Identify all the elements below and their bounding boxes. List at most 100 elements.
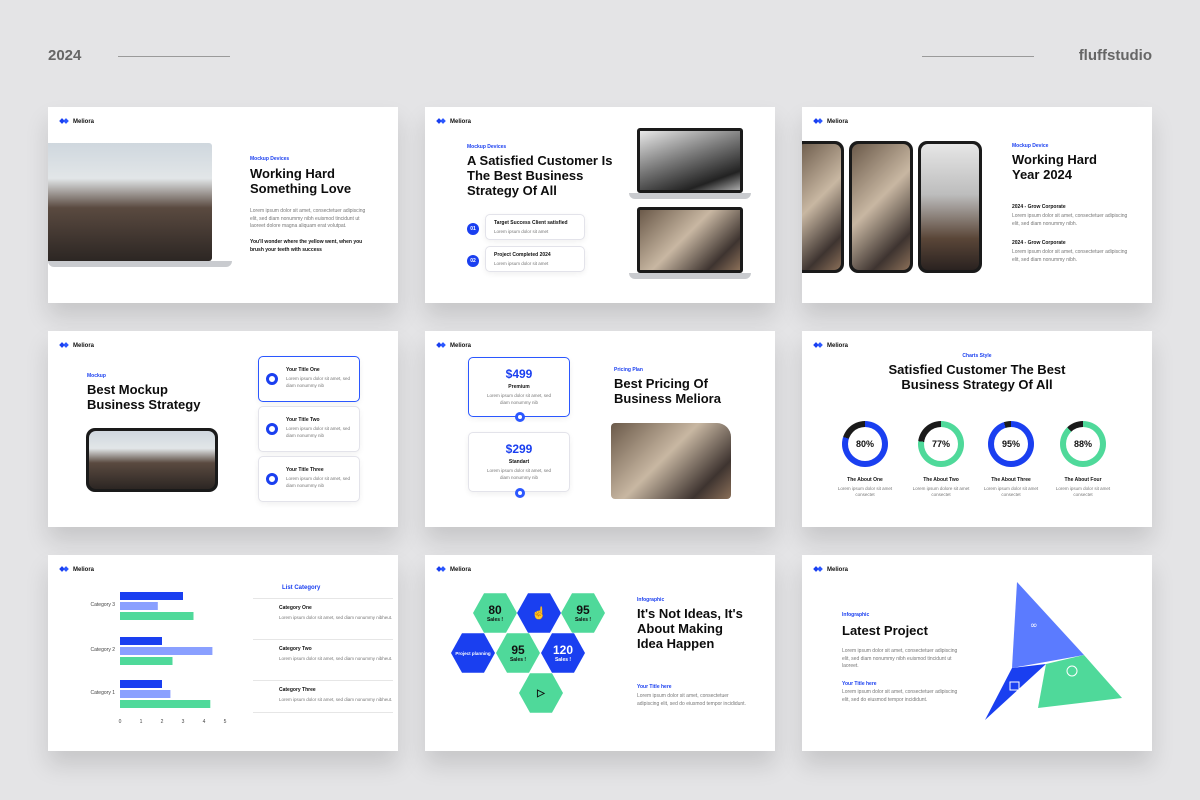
item-title: Target Success Client satisfied bbox=[494, 220, 568, 226]
meliora-logo-icon bbox=[437, 565, 446, 574]
hex-touch[interactable]: ☝ bbox=[517, 593, 561, 633]
list-item[interactable]: Category Three Lorem ipsum dolor sit ame… bbox=[253, 680, 393, 713]
brand-logo: Meliora bbox=[814, 341, 848, 350]
horizontal-bar-chart: Category 1 Category 2 Category 3 0 1 2 3 4 5 bbox=[91, 592, 227, 725]
pricing-card-standart[interactable]: $299 Standart Lorem ipsum dolor sit amet… bbox=[468, 432, 570, 498]
brand-name: Meliora bbox=[73, 342, 95, 349]
bar bbox=[120, 612, 194, 620]
option-body: Lorem ipsum dolor sit amet, sed diam non… bbox=[286, 476, 351, 488]
meliora-logo-icon bbox=[814, 565, 823, 574]
slide-pricing[interactable]: Meliora $499 Premium Lorem ipsum dolor s… bbox=[425, 331, 775, 527]
ring-label: The About Three bbox=[991, 477, 1031, 483]
timeline-label-2: 2024 - Grow Corporate bbox=[1012, 240, 1066, 246]
hex-label: Sales ! bbox=[554, 657, 572, 663]
hex-sales-95-top[interactable]: 95 Sales ! bbox=[561, 593, 605, 633]
hex-play[interactable]: ▷ bbox=[519, 673, 563, 713]
slide-bar-chart[interactable]: Meliora Category 1 Category 2 Category 301… bbox=[48, 555, 398, 751]
meliora-logo-icon bbox=[60, 341, 69, 350]
slide-satisfied-customer[interactable]: Meliora Mockup Devices A Satisfied Custo… bbox=[425, 107, 775, 303]
list-item[interactable]: Category Two Lorem ipsum dolor sit amet,… bbox=[253, 639, 393, 663]
list-item[interactable]: Category One Lorem ipsum dolor sit amet,… bbox=[253, 598, 393, 622]
plan-body: Lorem ipsum dolor sit amet, sed diam non… bbox=[486, 468, 552, 480]
slide-body: Lorem ipsum dolor sit amet, consectetuer… bbox=[842, 648, 958, 669]
phone-mockup-3 bbox=[918, 141, 982, 273]
ring-label: The About Two bbox=[923, 477, 959, 483]
slide-tag: Mockup Devices bbox=[250, 156, 290, 162]
x-tick-label: 4 bbox=[203, 719, 206, 725]
hex-sales-120[interactable]: 120 Sales ! bbox=[541, 633, 585, 673]
slide-subtitle: Your Title here bbox=[637, 684, 672, 690]
triangle-top[interactable] bbox=[1012, 582, 1084, 668]
hex-label: Sales ! bbox=[509, 657, 527, 663]
slide-title: It's Not Ideas, It's About Making Idea H… bbox=[637, 606, 743, 651]
plan-selector-icon[interactable] bbox=[515, 488, 525, 498]
hex-label: Sales ! bbox=[486, 617, 504, 623]
slide-title: Best Pricing Of Business Meliora bbox=[614, 376, 721, 406]
brand-logo: Meliora bbox=[437, 117, 471, 126]
ring-label: The About Four bbox=[1064, 477, 1102, 483]
meliora-logo-icon bbox=[437, 117, 446, 126]
meliora-logo-icon bbox=[60, 117, 69, 126]
laptop-screen-bottom bbox=[637, 207, 743, 273]
slide-working-hard[interactable]: Meliora Mockup Devices Working Hard Some… bbox=[48, 107, 398, 303]
pricing-card-premium[interactable]: $499 Premium Lorem ipsum dolor sit amet,… bbox=[468, 357, 570, 422]
touch-icon: ☝ bbox=[531, 606, 547, 620]
header-divider-right bbox=[922, 56, 1034, 57]
laptop-base-top bbox=[629, 193, 751, 199]
category-title: Category One bbox=[279, 605, 312, 611]
slide-infographic-hex[interactable]: Meliora 80 Sales ! ☝ 95 Sales ! Project pl… bbox=[425, 555, 775, 751]
slide-working-hard-year[interactable]: Meliora Mockup Device Working Hard Year … bbox=[802, 107, 1152, 303]
hex-sales-95[interactable]: 95 Sales ! bbox=[496, 633, 540, 673]
laptop-screen-image bbox=[48, 143, 212, 261]
option-card-3[interactable]: Your Title Three Lorem ipsum dolor sit a… bbox=[258, 456, 360, 502]
category-body: Lorem ipsum dolor sit amet, sed diam non… bbox=[279, 615, 393, 620]
category-tick-label: Category 1 bbox=[91, 690, 116, 696]
slide-tag: Mockup Device bbox=[1012, 143, 1049, 149]
timeline-label-1: 2024 - Grow Corporate bbox=[1012, 204, 1066, 210]
option-title: Your Title One bbox=[286, 367, 320, 373]
ring-value: 88% bbox=[1066, 427, 1100, 461]
item-body: Lorem ipsum dolor sit amet bbox=[494, 261, 549, 266]
option-radio-icon bbox=[266, 473, 278, 485]
meliora-logo-icon bbox=[437, 341, 446, 350]
option-card-2[interactable]: Your Title Two Lorem ipsum dolor sit ame… bbox=[258, 406, 360, 452]
brand-logo: Meliora bbox=[437, 341, 471, 350]
slide-charts-style[interactable]: Meliora Charts Style Satisfied Customer … bbox=[802, 331, 1152, 527]
hex-label: Sales ! bbox=[574, 617, 592, 623]
hex-project-planning[interactable]: Project planning bbox=[451, 633, 495, 673]
category-title: Category Two bbox=[279, 646, 312, 652]
year-label: 2024 bbox=[48, 47, 82, 64]
item-title: Project Completed 2024 bbox=[494, 252, 551, 258]
option-title: Your Title Three bbox=[286, 467, 324, 473]
plan-selector-icon[interactable] bbox=[515, 412, 525, 422]
triangle-right[interactable] bbox=[1038, 655, 1122, 708]
brand-name: Meliora bbox=[827, 342, 849, 349]
slide-best-mockup[interactable]: Meliora Mockup Best Mockup Business Stra… bbox=[48, 331, 398, 527]
brand-name: Meliora bbox=[450, 566, 472, 573]
triangle-left[interactable] bbox=[985, 664, 1046, 720]
brand-name: Meliora bbox=[450, 342, 472, 349]
progress-ring: 77% bbox=[918, 421, 964, 467]
hex-value: 95 bbox=[511, 643, 525, 657]
bar bbox=[120, 637, 162, 645]
brand-logo: Meliora bbox=[60, 117, 94, 126]
laptop-screen-top bbox=[637, 128, 743, 193]
slide-title: Working Hard Something Love bbox=[250, 166, 352, 196]
brand-logo: Meliora bbox=[60, 341, 94, 350]
item-card-2[interactable]: Project Completed 2024 Lorem ipsum dolor… bbox=[485, 246, 585, 272]
bar bbox=[120, 602, 158, 610]
item-card-1[interactable]: Target Success Client satisfied Lorem ip… bbox=[485, 214, 585, 240]
slide-title: Best Mockup Business Strategy bbox=[87, 382, 201, 412]
option-card-1[interactable]: Your Title One Lorem ipsum dolor sit ame… bbox=[258, 356, 360, 402]
x-tick-label: 3 bbox=[182, 719, 185, 725]
x-tick-label: 0 bbox=[119, 719, 122, 725]
brand-name: Meliora bbox=[73, 118, 95, 125]
timeline-body-1: Lorem ipsum dolor sit amet, consectetuer… bbox=[1012, 213, 1128, 227]
brand-logo: Meliora bbox=[814, 565, 848, 574]
bar bbox=[120, 680, 162, 688]
play-icon: ▷ bbox=[537, 687, 545, 699]
hex-sales-80[interactable]: 80 Sales ! bbox=[473, 593, 517, 633]
team-photo bbox=[611, 423, 731, 499]
slide-latest-project[interactable]: Meliora Infographic Latest Project Lorem… bbox=[802, 555, 1152, 751]
phone-landscape-mockup bbox=[86, 428, 218, 492]
